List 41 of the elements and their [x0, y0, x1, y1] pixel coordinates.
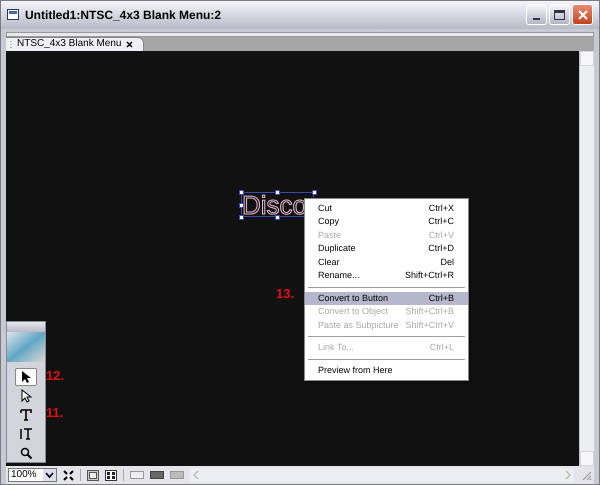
step-number: 12.: [46, 366, 64, 385]
close-icon: [578, 10, 588, 20]
panel-title-bar[interactable]: [7, 322, 45, 332]
hollow-arrow-icon: [19, 388, 33, 403]
vertical-scrollbar[interactable]: [579, 50, 594, 466]
step-number: 13.: [276, 284, 294, 303]
minimize-button[interactable]: [526, 4, 547, 26]
safe-area-icon[interactable]: [87, 470, 99, 481]
document-tab[interactable]: NTSC_4x3 Blank Menu: [6, 36, 144, 51]
selection-handle[interactable]: [239, 190, 244, 195]
step-number: 11.: [46, 404, 64, 422]
menu-item[interactable]: Rename... Shift+Ctrl+R: [305, 269, 468, 283]
selection-handle[interactable]: [239, 202, 244, 208]
selection-handle[interactable]: [275, 190, 280, 195]
menu-item[interactable]: Copy Ctrl+C: [305, 215, 468, 229]
medium-swatch-icon[interactable]: [170, 471, 184, 480]
document-icon: [7, 9, 19, 20]
menu-item[interactable]: Duplicate Ctrl+D: [305, 242, 468, 256]
magnifier-icon: [19, 446, 33, 460]
vertical-text-icon: [19, 426, 33, 441]
window-title: Untitled1:NTSC_4x3 Blank Menu:2: [25, 6, 222, 24]
text-tool-icon: [19, 408, 33, 422]
menu-item[interactable]: Clear Del: [305, 256, 468, 270]
grid-icon[interactable]: [105, 470, 117, 481]
fit-icon[interactable]: [63, 470, 74, 481]
arrow-pointer-icon: [19, 370, 33, 384]
selection-handle[interactable]: [312, 190, 317, 195]
zoom-dropdown[interactable]: 100%: [8, 468, 57, 482]
tool-button[interactable]: [15, 368, 37, 386]
selection-handle[interactable]: [275, 214, 280, 220]
light-swatch-icon[interactable]: [130, 471, 144, 480]
close-button[interactable]: [572, 4, 593, 26]
zoom-value: 100%: [10, 469, 38, 482]
resize-grip-icon[interactable]: [580, 469, 592, 482]
menu-item[interactable]: Preview from Here: [305, 364, 468, 378]
menu-item[interactable]: Convert to Button Ctrl+B: [305, 292, 468, 306]
maximize-button[interactable]: [549, 4, 570, 26]
selection-handle[interactable]: [239, 214, 244, 220]
dark-swatch-icon[interactable]: [150, 471, 164, 480]
chevron-down-icon: [43, 469, 56, 482]
close-icon[interactable]: [126, 40, 132, 48]
